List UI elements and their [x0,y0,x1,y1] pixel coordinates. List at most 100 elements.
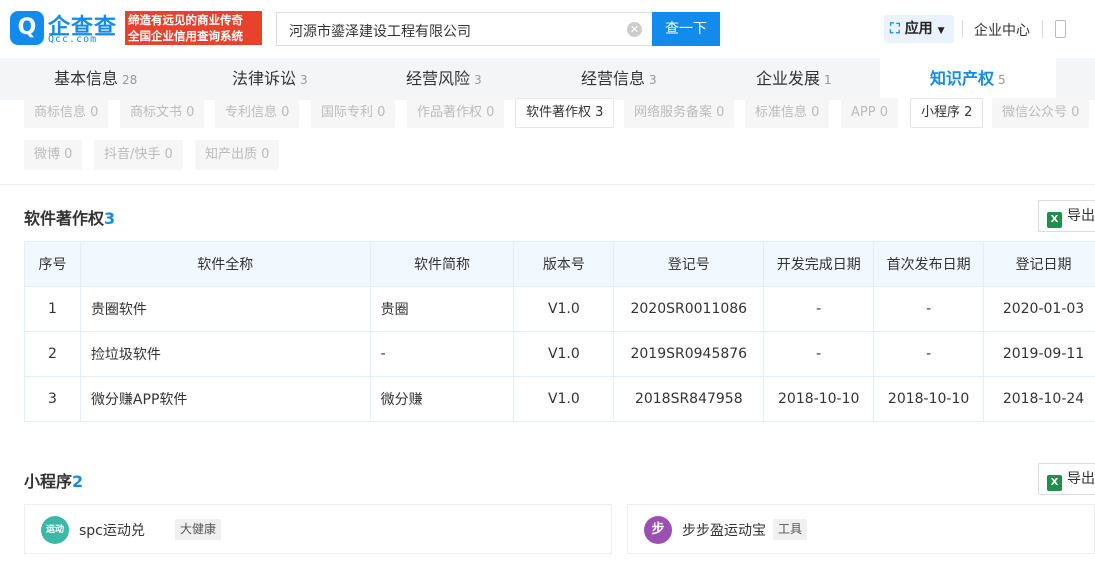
table-cell: - [873,331,985,377]
clear-icon[interactable]: ✕ [627,22,642,37]
header-divider [962,20,963,38]
export-label: 导出 [1067,208,1095,224]
slogan-line-1: 缔造有远见的商业传奇 [128,13,243,27]
table-cell: - [369,331,515,377]
top-bar: Q 企查查 Qcc.com 缔造有远见的商业传奇 全国企业信用查询系统 河源市鎏… [0,0,1095,58]
table-cell: V1.0 [513,286,615,332]
tab-label: 经营风险 [406,69,471,88]
subtab-network-filing[interactable]: 网络服务备案 0 [624,98,735,128]
subtab-trademark[interactable]: 商标信息 0 [24,98,109,128]
tab-ip[interactable]: 知识产权 5 [880,58,1056,100]
subtab-ip-pledge[interactable]: 知产出质 0 [195,140,280,170]
column-header: 软件简称 [369,241,515,287]
table-cell: 3 [24,376,81,422]
tab-label: 经营信息 [581,69,646,88]
miniprogram-card[interactable]: 步 步步盈运动宝 工具 [627,504,1095,554]
slogan-banner: 缔造有远见的商业传奇 全国企业信用查询系统 [125,11,262,45]
software-copyright-title: 软件著作权3 [24,205,115,229]
logo-badge-icon: Q [10,11,44,45]
table-cell: 2018-10-10 [763,376,875,422]
table-cell: 2018SR847958 [613,376,765,422]
export-button[interactable]: X 导出 [1038,463,1095,495]
subtab-works-copyright[interactable]: 作品著作权 0 [407,98,505,128]
excel-icon: X [1047,475,1062,491]
tab-business-risk[interactable]: 经营风险 3 [406,58,482,100]
table-header-row: 序号 软件全称 软件简称 版本号 登记号 开发完成日期 首次发布日期 登记日期 [24,241,1095,287]
column-header: 登记日期 [983,241,1095,287]
table-cell: V1.0 [513,331,615,377]
apps-menu-button[interactable]: ⛶ 应用 ▼ [884,15,954,43]
tab-count: 5 [998,73,1006,87]
subtab-wechat-account[interactable]: 微信公众号 0 [992,98,1090,128]
tab-label: 知识产权 [930,69,995,88]
subtab-douyin-kuaishou[interactable]: 抖音/快手 0 [94,140,183,170]
subtab-app[interactable]: APP 0 [841,98,898,128]
tab-count: 1 [824,73,832,87]
tab-basic-info[interactable]: 基本信息 28 [54,58,137,100]
tab-label: 法律诉讼 [232,69,297,88]
tab-label: 企业发展 [756,69,821,88]
miniprogram-card[interactable]: 运动 spc运动兑 大健康 [24,504,612,554]
apps-label: 应用 [904,21,933,37]
section-divider [0,184,1095,185]
subtab-miniprogram[interactable]: 小程序 2 [910,98,984,128]
tab-label: 基本信息 [54,69,119,88]
table-cell: - [763,331,875,377]
tab-development[interactable]: 企业发展 1 [756,58,832,100]
table-row: 1 贵圈软件 贵圈 V1.0 2020SR0011086 - - 2020-01… [24,286,1095,332]
column-header: 登记号 [613,241,765,287]
table-cell: - [873,286,985,332]
slogan-line-2: 全国企业信用查询系统 [128,29,243,43]
miniprogram-name: spc运动兑 [79,523,145,539]
excel-icon: X [1047,212,1062,228]
software-copyright-table: 序号 软件全称 软件简称 版本号 登记号 开发完成日期 首次发布日期 登记日期 … [24,241,1095,422]
column-header: 开发完成日期 [763,241,875,287]
subtab-patent[interactable]: 专利信息 0 [215,98,300,128]
section-title-text: 软件著作权 [24,209,105,228]
miniprogram-logo-icon: 步 [644,516,672,544]
table-cell: 2019-09-11 [983,331,1095,377]
table-cell: 2018-10-10 [873,376,985,422]
export-button[interactable]: X 导出 [1038,200,1095,232]
tab-count: 3 [649,73,657,87]
section-count: 3 [104,209,116,228]
table-row: 3 微分赚APP软件 微分赚 V1.0 2018SR847958 2018-10… [24,376,1095,422]
enterprise-center-link[interactable]: 企业中心 [974,20,1030,40]
caret-down-icon: ▼ [937,26,945,36]
table-cell: V1.0 [513,376,615,422]
table-cell: 2019SR0945876 [613,331,765,377]
subtab-trademark-docs[interactable]: 商标文书 0 [120,98,205,128]
miniprogram-tag: 大健康 [175,519,222,540]
tab-legal[interactable]: 法律诉讼 3 [232,58,308,100]
column-header: 序号 [24,241,81,287]
header-divider [1042,20,1043,38]
search-input-value: 河源市鎏泽建设工程有限公司 [289,24,471,40]
table-cell: 2018-10-24 [983,376,1095,422]
tab-count: 3 [300,73,308,87]
search-input[interactable]: 河源市鎏泽建设工程有限公司 ✕ [276,12,652,46]
column-header: 版本号 [513,241,615,287]
table-cell: 贵圈 [369,286,515,332]
subtab-software-copyright[interactable]: 软件著作权 3 [515,98,615,128]
table-cell: 2020-01-03 [983,286,1095,332]
subtab-standards[interactable]: 标准信息 0 [745,98,830,128]
qcc-logo[interactable]: Q 企查查 Qcc.com [10,11,122,47]
export-label: 导出 [1067,471,1095,487]
tab-business-info[interactable]: 经营信息 3 [581,58,657,100]
table-cell: 捡垃圾软件 [79,331,371,377]
subtab-intl-patent[interactable]: 国际专利 0 [311,98,396,128]
tab-count: 3 [474,73,482,87]
miniprogram-name: 步步盈运动宝 [682,523,766,539]
main-tabs: 基本信息 28 法律诉讼 3 经营风险 3 经营信息 3 企业发展 1 知识产权 5 [0,58,1095,100]
miniprogram-title: 小程序2 [24,468,83,492]
logo-domain: Qcc.com [48,34,98,45]
tab-count: 28 [122,73,138,87]
apps-grid-icon: ⛶ [890,21,900,37]
phone-icon[interactable] [1055,20,1066,38]
subtab-weibo[interactable]: 微博 0 [24,140,83,170]
search-button[interactable]: 查一下 [652,12,720,46]
table-cell: - [763,286,875,332]
table-cell: 1 [24,286,81,332]
column-header: 首次发布日期 [873,241,985,287]
table-cell: 微分赚 [369,376,515,422]
